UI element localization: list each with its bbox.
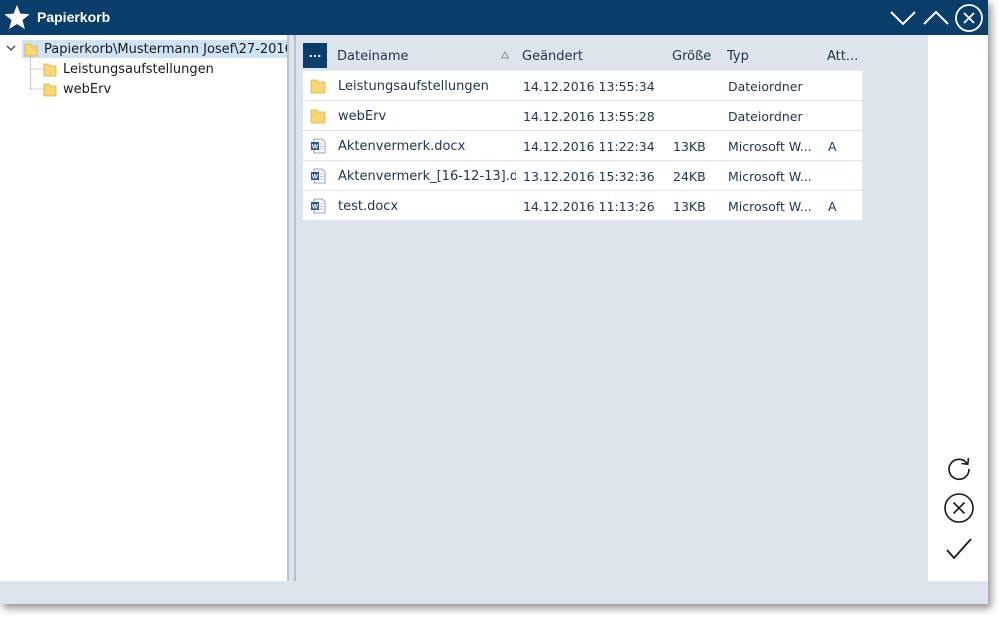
- chevron-up-icon: [923, 10, 949, 25]
- grid-header: ... Dateiname Geändert Größe Typ Att...: [303, 43, 862, 69]
- tree-item-label: webErv: [63, 81, 112, 97]
- tree-expand-chevron-icon[interactable]: [5, 42, 17, 54]
- folder-icon: [43, 83, 57, 96]
- word-document-icon: W: [311, 138, 326, 154]
- column-chooser-button[interactable]: ...: [303, 43, 327, 68]
- cell-type: Microsoft W...: [728, 199, 812, 214]
- tree-root-node[interactable]: Papierkorb\Mustermann Josef\27-2016: [22, 40, 297, 58]
- cell-modified: 14.12.2016 13:55:34: [523, 79, 655, 94]
- window-title: Papierkorb: [37, 9, 111, 25]
- cell-modified: 14.12.2016 13:55:28: [523, 109, 655, 124]
- cell-size: 13KB: [673, 139, 706, 154]
- folder-icon: [310, 79, 326, 94]
- table-row[interactable]: Leistungsaufstellungen 14.12.2016 13:55:…: [303, 71, 862, 100]
- column-header-type[interactable]: Typ: [727, 49, 749, 64]
- table-row[interactable]: W Aktenvermerk_[16-12-13].d... 13.12.201…: [303, 161, 862, 190]
- cancel-circle-icon: [944, 493, 974, 523]
- cell-size: 24KB: [673, 169, 706, 184]
- word-document-icon: W: [311, 198, 326, 214]
- cell-type: Dateiordner: [728, 79, 803, 94]
- close-circle-icon: [955, 4, 983, 32]
- cell-name: webErv: [338, 109, 387, 124]
- chevron-down-icon: [890, 11, 916, 26]
- column-header-modified[interactable]: Geändert: [522, 49, 583, 64]
- cell-type: Microsoft W...: [728, 169, 812, 184]
- title-bar[interactable]: Papierkorb: [0, 0, 988, 35]
- cell-attributes: A: [828, 139, 837, 154]
- folder-tree-pane: [0, 35, 287, 581]
- close-button[interactable]: [954, 3, 984, 33]
- svg-text:W: W: [312, 174, 319, 181]
- folder-icon: [24, 43, 38, 56]
- confirm-button[interactable]: [942, 532, 976, 566]
- papierkorb-dialog: Papierkorb Papierkorb\Mustermann Josef\2…: [0, 0, 988, 604]
- minimize-button[interactable]: [888, 3, 918, 33]
- status-footer: [0, 581, 988, 604]
- refresh-icon: [948, 457, 970, 481]
- folder-icon: [43, 63, 57, 76]
- table-row[interactable]: webErv 14.12.2016 13:55:28 Dateiordner: [303, 101, 862, 130]
- tree-item-weberv[interactable]: webErv: [43, 80, 111, 98]
- cell-modified: 14.12.2016 11:22:34: [523, 139, 655, 154]
- cell-type: Dateiordner: [728, 109, 803, 124]
- pane-splitter[interactable]: [287, 35, 297, 581]
- sort-ascending-icon: [501, 51, 509, 59]
- tree-item-leistungsaufstellungen[interactable]: Leistungsaufstellungen: [43, 60, 214, 78]
- tree-root-label: Papierkorb\Mustermann Josef\27-2016: [44, 41, 293, 57]
- cell-modified: 14.12.2016 11:13:26: [523, 199, 655, 214]
- cell-type: Microsoft W...: [728, 139, 812, 154]
- column-header-attributes[interactable]: Att...: [827, 49, 858, 64]
- folder-icon: [310, 109, 326, 124]
- cell-name: Leistungsaufstellungen: [338, 79, 489, 94]
- cell-size: 13KB: [673, 199, 706, 214]
- table-row[interactable]: W test.docx 14.12.2016 11:13:26 13KB Mic…: [303, 191, 862, 220]
- svg-text:W: W: [312, 144, 319, 151]
- word-document-icon: W: [311, 168, 326, 184]
- cancel-button[interactable]: [942, 491, 976, 525]
- column-header-size[interactable]: Größe: [672, 49, 711, 64]
- star-icon: [4, 5, 30, 29]
- confirm-check-icon: [946, 538, 972, 560]
- cell-name: Aktenvermerk.docx: [338, 139, 466, 154]
- cell-modified: 13.12.2016 15:32:36: [523, 169, 655, 184]
- svg-text:W: W: [312, 204, 319, 211]
- refresh-button[interactable]: [942, 451, 976, 485]
- cell-name: test.docx: [338, 199, 399, 214]
- column-header-name[interactable]: Dateiname: [337, 49, 409, 64]
- cell-name: Aktenvermerk_[16-12-13].d...: [338, 169, 516, 184]
- tree-item-label: Leistungsaufstellungen: [63, 61, 214, 77]
- cell-attributes: A: [828, 199, 837, 214]
- maximize-button[interactable]: [921, 3, 951, 33]
- table-row[interactable]: W Aktenvermerk.docx 14.12.2016 11:22:34 …: [303, 131, 862, 160]
